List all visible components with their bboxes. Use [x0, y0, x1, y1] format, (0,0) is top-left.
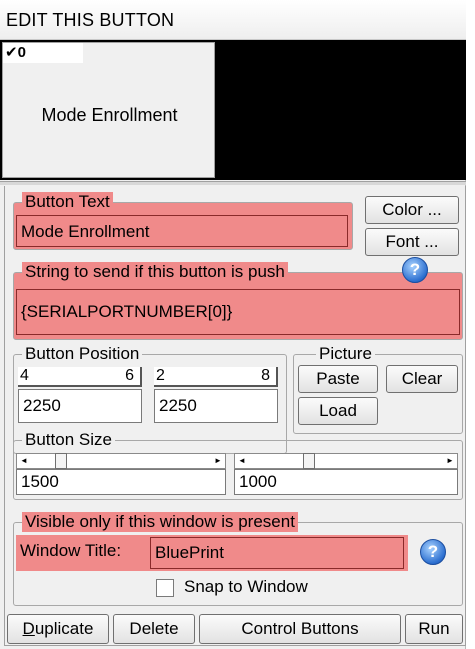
arrow-right-icon[interactable]: ► [443, 455, 457, 467]
button-text-input[interactable]: Mode Enrollment [16, 215, 348, 247]
run-button[interactable]: Run [405, 614, 463, 644]
duplicate-button[interactable]: Duplicate [7, 614, 109, 644]
help-icon[interactable]: ? [420, 539, 446, 565]
clear-button[interactable]: Clear [386, 365, 458, 393]
button-preview-area: ✔0 Mode Enrollment [0, 40, 466, 180]
digit-6: 6 [125, 367, 134, 384]
load-button[interactable]: Load [298, 397, 378, 425]
digit-8: 8 [261, 367, 270, 384]
position-digit-left[interactable]: 4 6 [18, 367, 142, 387]
string-to-send-group: String to send if this button is push ? … [13, 257, 463, 340]
size-height-input[interactable]: 1000 [234, 469, 458, 495]
arrow-left-icon[interactable]: ◄ [17, 455, 31, 467]
help-icon[interactable]: ? [402, 257, 428, 283]
window-title-input[interactable]: BluePrint [150, 537, 404, 569]
picture-legend: Picture [316, 344, 375, 364]
duplicate-mnemonic: D [22, 619, 35, 638]
duplicate-label: uplicate [34, 619, 94, 638]
control-buttons-button[interactable]: Control Buttons [199, 614, 401, 644]
window-title: EDIT THIS BUTTON [6, 10, 175, 30]
position-digit-right[interactable]: 2 8 [154, 367, 278, 387]
title-bar: EDIT THIS BUTTON [0, 0, 466, 40]
edit-button-window: EDIT THIS BUTTON ✔0 Mode Enrollment Butt… [0, 0, 466, 649]
snap-to-window-checkbox[interactable] [156, 579, 174, 597]
height-scrollbar[interactable]: ◄ ► [234, 453, 458, 469]
preview-button-text: Mode Enrollment [41, 104, 178, 125]
size-width-input[interactable]: 1500 [16, 469, 226, 495]
button-size-legend: Button Size [22, 430, 115, 450]
scroll-thumb[interactable] [303, 453, 315, 469]
position-x-input[interactable]: 2250 [18, 389, 142, 423]
preview-button[interactable]: ✔0 Mode Enrollment [2, 42, 215, 178]
button-text-group: Button Text Mode Enrollment [13, 192, 353, 250]
snap-to-window-label: Snap to Window [184, 577, 308, 596]
arrow-left-icon[interactable]: ◄ [235, 455, 249, 467]
width-scrollbar[interactable]: ◄ ► [16, 453, 226, 469]
window-title-row: Window Title: BluePrint [16, 535, 408, 571]
button-size-group: Button Size ◄ ► ◄ ► 1500 1000 [13, 430, 463, 500]
scroll-thumb[interactable] [55, 453, 67, 469]
font-button[interactable]: Font ... [365, 228, 459, 256]
picture-group: Picture Paste Clear Load [293, 344, 463, 434]
splitter[interactable] [0, 181, 466, 185]
paste-button[interactable]: Paste [298, 365, 378, 393]
position-y-input[interactable]: 2250 [154, 389, 278, 423]
visible-only-group: Visible only if this window is present W… [13, 512, 463, 606]
digit-2: 2 [156, 367, 165, 384]
string-to-send-input[interactable]: {SERIALPORTNUMBER[0]} [16, 289, 460, 335]
color-button[interactable]: Color ... [365, 196, 459, 224]
button-position-legend: Button Position [22, 344, 143, 364]
button-text-legend: Button Text [22, 192, 113, 212]
window-title-label: Window Title: [20, 541, 122, 560]
edit-panel: Button Text Mode Enrollment Color ... Fo… [4, 186, 466, 646]
visible-only-legend: Visible only if this window is present [22, 512, 298, 532]
string-to-send-legend: String to send if this button is push [22, 262, 288, 282]
delete-button[interactable]: Delete [113, 614, 195, 644]
arrow-right-icon[interactable]: ► [211, 455, 225, 467]
digit-4: 4 [20, 367, 29, 384]
